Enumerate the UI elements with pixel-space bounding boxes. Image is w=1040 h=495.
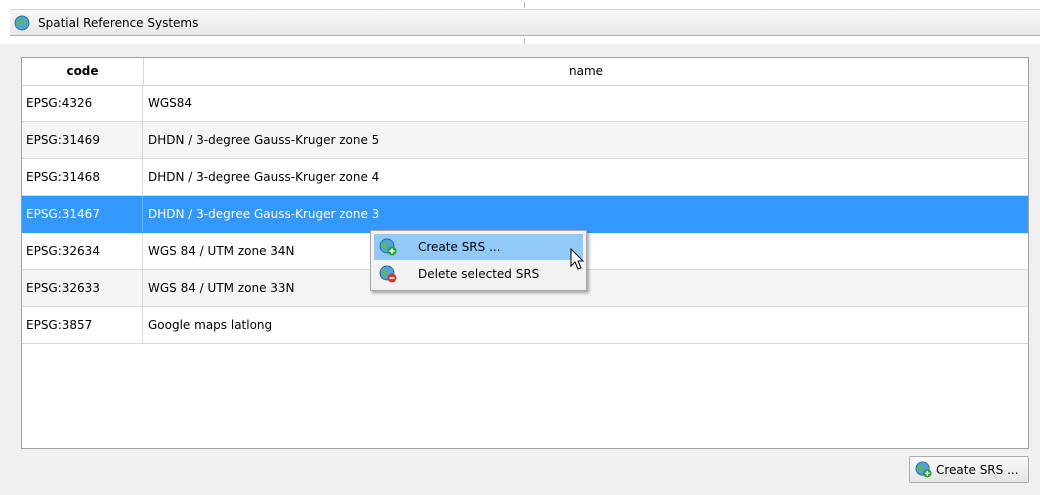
name-cell: WGS 84 / UTM zone 34N xyxy=(148,244,295,258)
table-row[interactable]: EPSG:31468 DHDN / 3-degree Gauss-Kruger … xyxy=(22,159,1028,196)
name-cell: DHDN / 3-degree Gauss-Kruger zone 5 xyxy=(148,133,380,147)
code-cell: EPSG:32634 xyxy=(22,233,143,269)
mouse-pointer-icon xyxy=(570,248,585,270)
code-cell: EPSG:3857 xyxy=(22,307,143,343)
title-bar: Spatial Reference Systems xyxy=(0,0,1040,44)
column-header-code[interactable]: code xyxy=(22,58,144,85)
create-srs-button[interactable]: Create SRS ... xyxy=(909,456,1029,483)
menu-item-label: Create SRS ... xyxy=(418,240,501,254)
table-row[interactable]: EPSG:3857 Google maps latlong xyxy=(22,307,1028,344)
spatial-reference-systems-tab[interactable]: Spatial Reference Systems xyxy=(10,9,1040,36)
name-cell: DHDN / 3-degree Gauss-Kruger zone 4 xyxy=(148,170,380,184)
table-row[interactable]: EPSG:31469 DHDN / 3-degree Gauss-Kruger … xyxy=(22,122,1028,159)
code-cell: EPSG:31467 xyxy=(22,196,143,232)
menu-item-delete-selected-srs[interactable]: Delete selected SRS xyxy=(374,261,583,287)
splitter-tick-top xyxy=(524,2,525,8)
context-menu: Create SRS ... Delete selected SRS xyxy=(370,230,587,291)
tab-title: Spatial Reference Systems xyxy=(38,16,199,30)
globe-delete-icon xyxy=(379,265,397,283)
name-cell: DHDN / 3-degree Gauss-Kruger zone 3 xyxy=(148,207,380,221)
code-cell: EPSG:31469 xyxy=(22,122,143,158)
column-header-name[interactable]: name xyxy=(144,58,1028,85)
create-srs-button-label: Create SRS ... xyxy=(936,463,1019,477)
globe-icon xyxy=(14,15,30,31)
name-cell: WGS84 xyxy=(148,96,193,110)
menu-item-create-srs[interactable]: Create SRS ... xyxy=(374,234,583,260)
code-cell: EPSG:31468 xyxy=(22,159,143,195)
table-row-selected[interactable]: EPSG:31467 DHDN / 3-degree Gauss-Kruger … xyxy=(22,196,1028,233)
name-cell: WGS 84 / UTM zone 33N xyxy=(148,281,295,295)
table-header: code name xyxy=(22,58,1028,86)
globe-add-icon xyxy=(915,461,932,478)
name-cell: Google maps latlong xyxy=(148,318,273,332)
code-cell: EPSG:4326 xyxy=(22,85,143,121)
table-row[interactable]: EPSG:4326 WGS84 xyxy=(22,85,1028,122)
code-cell: EPSG:32633 xyxy=(22,270,143,306)
menu-item-label: Delete selected SRS xyxy=(418,267,540,281)
splitter-tick-bottom xyxy=(524,38,525,44)
globe-add-icon xyxy=(379,238,397,256)
